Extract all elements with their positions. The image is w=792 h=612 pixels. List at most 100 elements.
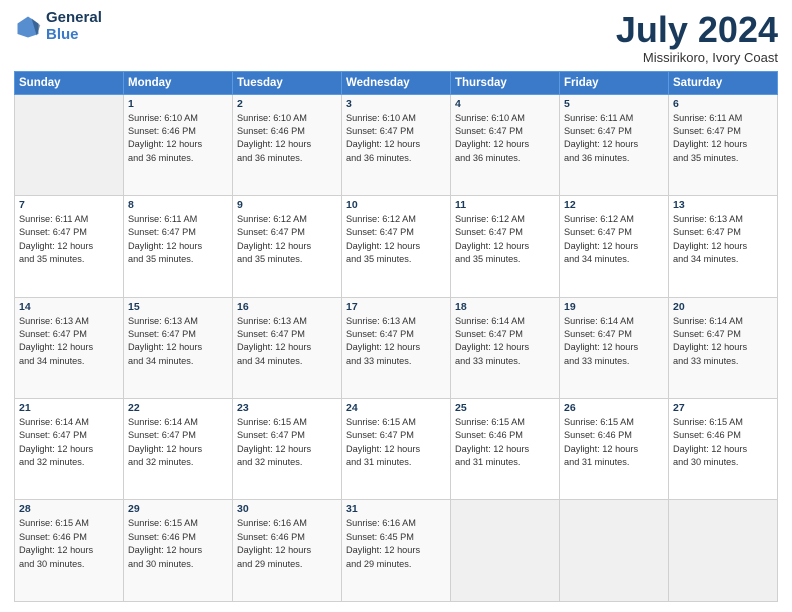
day-header-saturday: Saturday — [669, 71, 778, 94]
day-number: 30 — [237, 503, 337, 515]
day-info: Sunrise: 6:16 AM Sunset: 6:45 PM Dayligh… — [346, 517, 446, 570]
day-info: Sunrise: 6:14 AM Sunset: 6:47 PM Dayligh… — [564, 315, 664, 368]
day-info: Sunrise: 6:12 AM Sunset: 6:47 PM Dayligh… — [455, 213, 555, 266]
month-title: July 2024 — [616, 10, 778, 50]
day-number: 31 — [346, 503, 446, 515]
day-number: 17 — [346, 301, 446, 313]
day-info: Sunrise: 6:13 AM Sunset: 6:47 PM Dayligh… — [128, 315, 228, 368]
logo-icon — [14, 13, 42, 41]
day-cell: 31 Sunrise: 6:16 AM Sunset: 6:45 PM Dayli… — [342, 500, 451, 602]
day-number: 23 — [237, 402, 337, 414]
day-cell: 9 Sunrise: 6:12 AM Sunset: 6:47 PM Daylig… — [233, 196, 342, 297]
day-header-sunday: Sunday — [15, 71, 124, 94]
day-cell: 18 Sunrise: 6:14 AM Sunset: 6:47 PM Dayli… — [451, 297, 560, 398]
week-row: 21Sunrise: 6:14 AM Sunset: 6:47 PM Dayli… — [15, 399, 778, 500]
day-cell: 20 Sunrise: 6:14 AM Sunset: 6:47 PM Dayli… — [669, 297, 778, 398]
day-info: Sunrise: 6:10 AM Sunset: 6:46 PM Dayligh… — [128, 112, 228, 165]
day-number: 6 — [673, 98, 773, 110]
day-info: Sunrise: 6:10 AM Sunset: 6:47 PM Dayligh… — [455, 112, 555, 165]
day-number: 18 — [455, 301, 555, 313]
day-cell: 11Sunrise: 6:12 AM Sunset: 6:47 PM Dayli… — [451, 196, 560, 297]
day-cell: 3 Sunrise: 6:10 AM Sunset: 6:47 PM Daylig… — [342, 94, 451, 195]
week-row: 1 Sunrise: 6:10 AM Sunset: 6:46 PM Daylig… — [15, 94, 778, 195]
day-number: 20 — [673, 301, 773, 313]
day-info: Sunrise: 6:16 AM Sunset: 6:46 PM Dayligh… — [237, 517, 337, 570]
day-cell: 1 Sunrise: 6:10 AM Sunset: 6:46 PM Daylig… — [124, 94, 233, 195]
day-info: Sunrise: 6:15 AM Sunset: 6:46 PM Dayligh… — [455, 416, 555, 469]
day-cell: 6 Sunrise: 6:11 AM Sunset: 6:47 PM Daylig… — [669, 94, 778, 195]
day-info: Sunrise: 6:15 AM Sunset: 6:47 PM Dayligh… — [237, 416, 337, 469]
day-cell: 16Sunrise: 6:13 AM Sunset: 6:47 PM Dayli… — [233, 297, 342, 398]
day-cell: 17 Sunrise: 6:13 AM Sunset: 6:47 PM Dayli… — [342, 297, 451, 398]
day-cell: 4Sunrise: 6:10 AM Sunset: 6:47 PM Daylig… — [451, 94, 560, 195]
logo: General Blue — [14, 10, 102, 43]
day-number: 29 — [128, 503, 228, 515]
day-info: Sunrise: 6:11 AM Sunset: 6:47 PM Dayligh… — [128, 213, 228, 266]
day-info: Sunrise: 6:11 AM Sunset: 6:47 PM Dayligh… — [564, 112, 664, 165]
title-block: July 2024 Missirikoro, Ivory Coast — [616, 10, 778, 65]
day-info: Sunrise: 6:13 AM Sunset: 6:47 PM Dayligh… — [19, 315, 119, 368]
day-header-tuesday: Tuesday — [233, 71, 342, 94]
day-info: Sunrise: 6:12 AM Sunset: 6:47 PM Dayligh… — [237, 213, 337, 266]
day-cell — [15, 94, 124, 195]
day-info: Sunrise: 6:12 AM Sunset: 6:47 PM Dayligh… — [564, 213, 664, 266]
day-info: Sunrise: 6:15 AM Sunset: 6:46 PM Dayligh… — [128, 517, 228, 570]
week-row: 7Sunrise: 6:11 AM Sunset: 6:47 PM Daylig… — [15, 196, 778, 297]
day-number: 5 — [564, 98, 664, 110]
day-info: Sunrise: 6:10 AM Sunset: 6:46 PM Dayligh… — [237, 112, 337, 165]
day-header-thursday: Thursday — [451, 71, 560, 94]
day-cell: 23 Sunrise: 6:15 AM Sunset: 6:47 PM Dayli… — [233, 399, 342, 500]
day-cell: 5 Sunrise: 6:11 AM Sunset: 6:47 PM Daylig… — [560, 94, 669, 195]
day-cell: 24 Sunrise: 6:15 AM Sunset: 6:47 PM Dayli… — [342, 399, 451, 500]
day-number: 21 — [19, 402, 119, 414]
day-number: 24 — [346, 402, 446, 414]
day-cell: 29 Sunrise: 6:15 AM Sunset: 6:46 PM Dayli… — [124, 500, 233, 602]
day-number: 26 — [564, 402, 664, 414]
day-number: 3 — [346, 98, 446, 110]
day-info: Sunrise: 6:10 AM Sunset: 6:47 PM Dayligh… — [346, 112, 446, 165]
day-number: 19 — [564, 301, 664, 313]
day-info: Sunrise: 6:14 AM Sunset: 6:47 PM Dayligh… — [455, 315, 555, 368]
day-number: 27 — [673, 402, 773, 414]
day-info: Sunrise: 6:14 AM Sunset: 6:47 PM Dayligh… — [673, 315, 773, 368]
week-row: 28 Sunrise: 6:15 AM Sunset: 6:46 PM Dayli… — [15, 500, 778, 602]
day-number: 28 — [19, 503, 119, 515]
day-info: Sunrise: 6:15 AM Sunset: 6:46 PM Dayligh… — [564, 416, 664, 469]
location: Missirikoro, Ivory Coast — [616, 50, 778, 65]
day-number: 9 — [237, 199, 337, 211]
day-cell: 30 Sunrise: 6:16 AM Sunset: 6:46 PM Dayli… — [233, 500, 342, 602]
day-info: Sunrise: 6:11 AM Sunset: 6:47 PM Dayligh… — [673, 112, 773, 165]
day-cell: 2 Sunrise: 6:10 AM Sunset: 6:46 PM Daylig… — [233, 94, 342, 195]
day-cell: 22Sunrise: 6:14 AM Sunset: 6:47 PM Dayli… — [124, 399, 233, 500]
day-header-monday: Monday — [124, 71, 233, 94]
day-info: Sunrise: 6:15 AM Sunset: 6:46 PM Dayligh… — [673, 416, 773, 469]
day-cell — [451, 500, 560, 602]
day-number: 2 — [237, 98, 337, 110]
day-number: 1 — [128, 98, 228, 110]
calendar-body: 1 Sunrise: 6:10 AM Sunset: 6:46 PM Daylig… — [15, 94, 778, 601]
day-number: 25 — [455, 402, 555, 414]
week-row: 14Sunrise: 6:13 AM Sunset: 6:47 PM Dayli… — [15, 297, 778, 398]
day-cell: 7Sunrise: 6:11 AM Sunset: 6:47 PM Daylig… — [15, 196, 124, 297]
day-cell: 28 Sunrise: 6:15 AM Sunset: 6:46 PM Dayli… — [15, 500, 124, 602]
calendar-header: SundayMondayTuesdayWednesdayThursdayFrid… — [15, 71, 778, 94]
day-info: Sunrise: 6:15 AM Sunset: 6:46 PM Dayligh… — [19, 517, 119, 570]
day-info: Sunrise: 6:13 AM Sunset: 6:47 PM Dayligh… — [673, 213, 773, 266]
day-number: 15 — [128, 301, 228, 313]
day-cell: 19 Sunrise: 6:14 AM Sunset: 6:47 PM Dayli… — [560, 297, 669, 398]
day-number: 12 — [564, 199, 664, 211]
calendar-page: General Blue July 2024 Missirikoro, Ivor… — [0, 0, 792, 612]
day-cell — [560, 500, 669, 602]
day-number: 10 — [346, 199, 446, 211]
day-info: Sunrise: 6:15 AM Sunset: 6:47 PM Dayligh… — [346, 416, 446, 469]
day-info: Sunrise: 6:12 AM Sunset: 6:47 PM Dayligh… — [346, 213, 446, 266]
day-cell: 8Sunrise: 6:11 AM Sunset: 6:47 PM Daylig… — [124, 196, 233, 297]
day-cell: 12 Sunrise: 6:12 AM Sunset: 6:47 PM Dayli… — [560, 196, 669, 297]
day-number: 16 — [237, 301, 337, 313]
day-cell: 26 Sunrise: 6:15 AM Sunset: 6:46 PM Dayli… — [560, 399, 669, 500]
day-info: Sunrise: 6:13 AM Sunset: 6:47 PM Dayligh… — [346, 315, 446, 368]
day-cell: 10 Sunrise: 6:12 AM Sunset: 6:47 PM Dayli… — [342, 196, 451, 297]
day-header-wednesday: Wednesday — [342, 71, 451, 94]
day-cell: 25 Sunrise: 6:15 AM Sunset: 6:46 PM Dayli… — [451, 399, 560, 500]
day-cell: 21Sunrise: 6:14 AM Sunset: 6:47 PM Dayli… — [15, 399, 124, 500]
